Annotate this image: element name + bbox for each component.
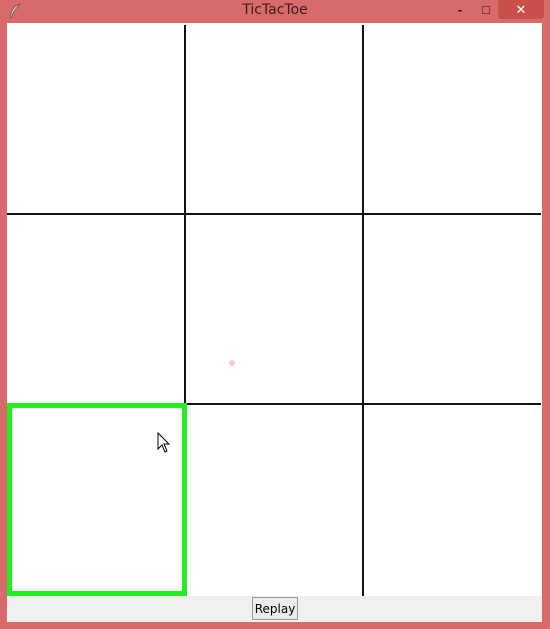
stray-dot [229, 360, 235, 366]
minimize-icon: - [457, 2, 463, 17]
app-window: TicTacToe - □ ✕ Replay [0, 0, 550, 629]
title-bar[interactable]: TicTacToe - □ ✕ [0, 0, 550, 23]
maximize-icon: □ [482, 2, 490, 17]
replay-button[interactable]: Replay [252, 597, 298, 620]
board-cell[interactable] [7, 215, 184, 403]
minimize-button[interactable]: - [447, 0, 473, 19]
close-button[interactable]: ✕ [498, 0, 544, 19]
board-cell[interactable] [364, 405, 541, 596]
board-cell[interactable] [7, 23, 184, 213]
board-cell[interactable] [186, 215, 362, 403]
game-board [7, 23, 542, 596]
board-cell[interactable] [364, 215, 541, 403]
close-icon: ✕ [515, 1, 527, 17]
mouse-cursor-icon [157, 432, 171, 453]
board-cell[interactable] [186, 405, 362, 596]
maximize-button[interactable]: □ [473, 0, 499, 19]
board-cell[interactable] [364, 23, 541, 213]
client-area: Replay [7, 23, 542, 622]
board-cell[interactable] [186, 23, 362, 213]
